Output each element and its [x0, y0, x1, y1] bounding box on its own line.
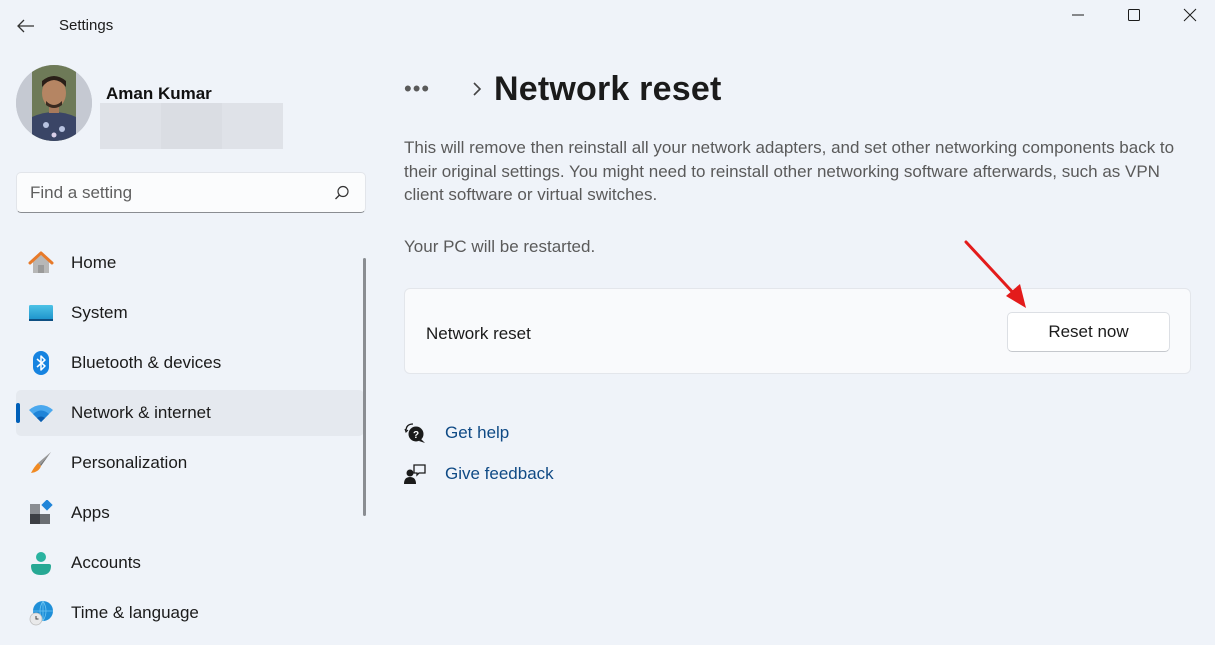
avatar[interactable] — [16, 65, 92, 141]
sidebar-item-label: Home — [71, 253, 117, 272]
page-description: This will remove then reinstall all your… — [404, 138, 1175, 204]
wifi-icon — [28, 400, 54, 426]
network-reset-card: Network reset Reset now — [404, 288, 1191, 374]
sidebar-item-network-internet[interactable]: Network & internet — [16, 390, 364, 436]
sidebar-item-home[interactable]: Home — [16, 240, 364, 286]
system-icon — [28, 300, 54, 326]
sidebar-item-time-language[interactable]: Time & language — [16, 590, 364, 636]
sidebar-item-accounts[interactable]: Accounts — [16, 540, 364, 586]
give-feedback-link[interactable]: Give feedback — [445, 464, 554, 484]
sidebar-item-label: Accounts — [71, 553, 141, 572]
reset-now-button[interactable]: Reset now — [1007, 312, 1170, 352]
restart-note: Your PC will be restarted. — [404, 237, 596, 256]
user-photo-icon — [16, 65, 92, 141]
search-box — [16, 172, 366, 213]
active-indicator — [16, 403, 20, 423]
sidebar-item-label: Bluetooth & devices — [71, 353, 222, 372]
accounts-icon — [28, 550, 54, 576]
sidebar-item-bluetooth-devices[interactable]: Bluetooth & devices — [16, 340, 364, 386]
page-title: Network reset — [494, 69, 722, 108]
back-button[interactable] — [12, 12, 40, 40]
sidebar-item-label: Personalization — [71, 453, 188, 472]
search-input[interactable] — [30, 173, 330, 212]
help-icon: ? — [404, 422, 425, 443]
minimize-icon — [1072, 14, 1084, 16]
home-icon — [28, 250, 54, 276]
search-icon[interactable] — [333, 184, 351, 202]
chevron-right-icon — [462, 81, 492, 97]
sidebar-item-personalization[interactable]: Personalization — [16, 440, 364, 486]
bluetooth-icon — [28, 350, 54, 376]
feedback-icon — [404, 463, 426, 484]
annotation-arrow-icon — [964, 240, 1026, 308]
redaction-block — [161, 103, 222, 149]
close-button[interactable] — [1162, 0, 1215, 30]
globe-clock-icon — [28, 600, 54, 626]
maximize-icon — [1128, 9, 1140, 21]
user-email-redacted — [100, 103, 283, 149]
sidebar-item-label: Network & internet — [71, 403, 211, 422]
minimize-button[interactable] — [1050, 0, 1106, 30]
title-bar: Settings — [0, 0, 1215, 50]
sidebar-item-label: System — [71, 303, 128, 322]
sidebar-scrollbar[interactable] — [363, 258, 366, 516]
breadcrumb-more-button[interactable]: ••• — [404, 76, 444, 102]
brush-icon — [28, 450, 54, 476]
close-icon — [1183, 8, 1197, 22]
svg-text:?: ? — [413, 430, 419, 441]
sidebar-item-label: Apps — [71, 503, 110, 522]
apps-icon — [28, 500, 54, 526]
sidebar-nav: Home System Bluetooth & devices Network … — [16, 240, 364, 640]
breadcrumb: ••• Network reset — [404, 68, 721, 110]
sidebar-item-apps[interactable]: Apps — [16, 490, 364, 536]
sidebar-item-label: Time & language — [71, 603, 199, 622]
user-name: Aman Kumar — [106, 84, 212, 103]
sidebar-item-system[interactable]: System — [16, 290, 364, 336]
redaction-block — [100, 103, 161, 149]
card-label: Network reset — [426, 324, 531, 343]
get-help-link[interactable]: Get help — [445, 423, 509, 443]
back-arrow-icon — [17, 19, 34, 33]
redaction-block — [222, 103, 283, 149]
maximize-button[interactable] — [1106, 0, 1162, 30]
app-title: Settings — [59, 17, 114, 34]
